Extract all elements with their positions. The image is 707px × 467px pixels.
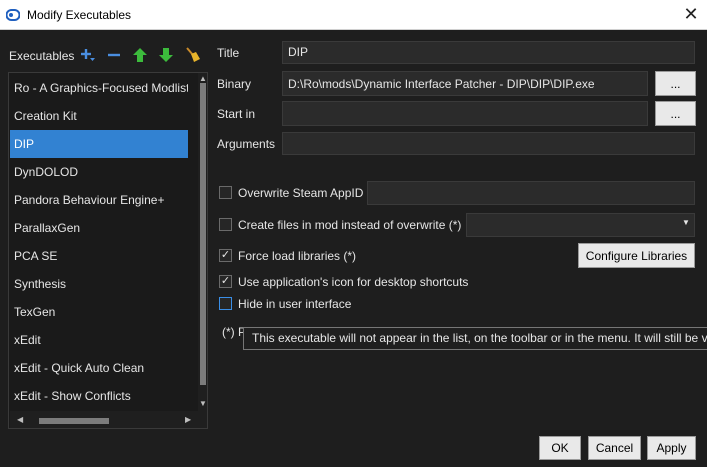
use-application-icon-label: Use application's icon for desktop short… [238, 275, 469, 289]
arguments-label: Arguments [217, 137, 276, 151]
create-files-mod-select[interactable] [466, 213, 695, 237]
start-in-browse-button[interactable]: ... [655, 101, 696, 126]
scroll-right-arrow-icon[interactable]: ▶ [185, 415, 191, 424]
scroll-left-arrow-icon[interactable]: ◀ [17, 415, 23, 424]
list-item[interactable]: Synthesis [10, 270, 188, 298]
force-load-libraries-label: Force load libraries (*) [238, 249, 357, 263]
list-item[interactable]: ParallaxGen [10, 214, 188, 242]
cancel-button[interactable]: Cancel [588, 436, 641, 460]
overwrite-steam-appid-checkbox[interactable] [219, 186, 232, 199]
list-item[interactable]: xEdit - Show Conflicts [10, 382, 188, 410]
close-icon[interactable]: ✕ [681, 5, 701, 25]
app-logo-icon [6, 9, 20, 21]
create-files-in-mod-label: Create files in mod instead of overwrite… [238, 218, 462, 232]
list-item[interactable]: PCA SE [10, 242, 188, 270]
start-in-label: Start in [217, 107, 256, 121]
use-application-icon-checkbox[interactable]: ✓ [219, 275, 232, 288]
dropdown-chevron-down-icon: ▼ [682, 218, 690, 227]
hide-tooltip: This executable will not appear in the l… [243, 327, 707, 350]
list-item[interactable]: DynDOLOD [10, 158, 188, 186]
force-load-libraries-checkbox[interactable]: ✓ [219, 249, 232, 262]
executables-list[interactable]: Ro - A Graphics-Focused Modlist Creation … [8, 72, 208, 429]
list-item[interactable]: Pandora Behaviour Engine+ [10, 186, 188, 214]
scroll-up-arrow-icon[interactable]: ▲ [199, 74, 207, 83]
list-item[interactable]: xEdit - Quick Auto Clean [10, 354, 188, 382]
executables-label: Executables [9, 49, 75, 63]
hide-in-user-interface-checkbox[interactable] [219, 297, 232, 310]
title-bar: Modify Executables ✕ [0, 0, 707, 30]
binary-input[interactable]: D:\Ro\mods\Dynamic Interface Patcher - D… [282, 71, 648, 96]
broom-icon[interactable] [184, 47, 200, 63]
move-down-icon[interactable] [158, 47, 174, 63]
title-input[interactable]: DIP [282, 41, 695, 64]
move-up-icon[interactable] [132, 47, 148, 63]
add-icon[interactable] [80, 47, 96, 63]
binary-browse-button[interactable]: ... [655, 71, 696, 96]
steam-appid-input[interactable] [367, 181, 695, 205]
list-item[interactable]: Ro - A Graphics-Focused Modlist [10, 74, 188, 102]
binary-label: Binary [217, 77, 252, 91]
list-item[interactable]: TexGen [10, 298, 188, 326]
ok-button[interactable]: OK [539, 436, 581, 460]
list-item[interactable]: Creation Kit [10, 102, 188, 130]
apply-button[interactable]: Apply [647, 436, 696, 460]
vertical-scrollbar-thumb[interactable] [200, 83, 206, 385]
configure-libraries-button[interactable]: Configure Libraries [578, 243, 695, 268]
overwrite-steam-appid-label: Overwrite Steam AppID [238, 186, 364, 200]
list-item[interactable]: DIP [10, 130, 188, 158]
start-in-input[interactable] [282, 101, 648, 126]
arguments-input[interactable] [282, 132, 695, 155]
create-files-in-mod-checkbox[interactable] [219, 218, 232, 231]
scroll-down-arrow-icon[interactable]: ▼ [199, 399, 207, 408]
hide-in-user-interface-label: Hide in user interface [238, 297, 352, 311]
horizontal-scrollbar-thumb[interactable] [39, 418, 109, 424]
window-title: Modify Executables [27, 8, 132, 22]
title-label: Title [217, 46, 240, 60]
remove-icon[interactable] [106, 47, 122, 63]
list-item[interactable]: xEdit [10, 326, 188, 354]
